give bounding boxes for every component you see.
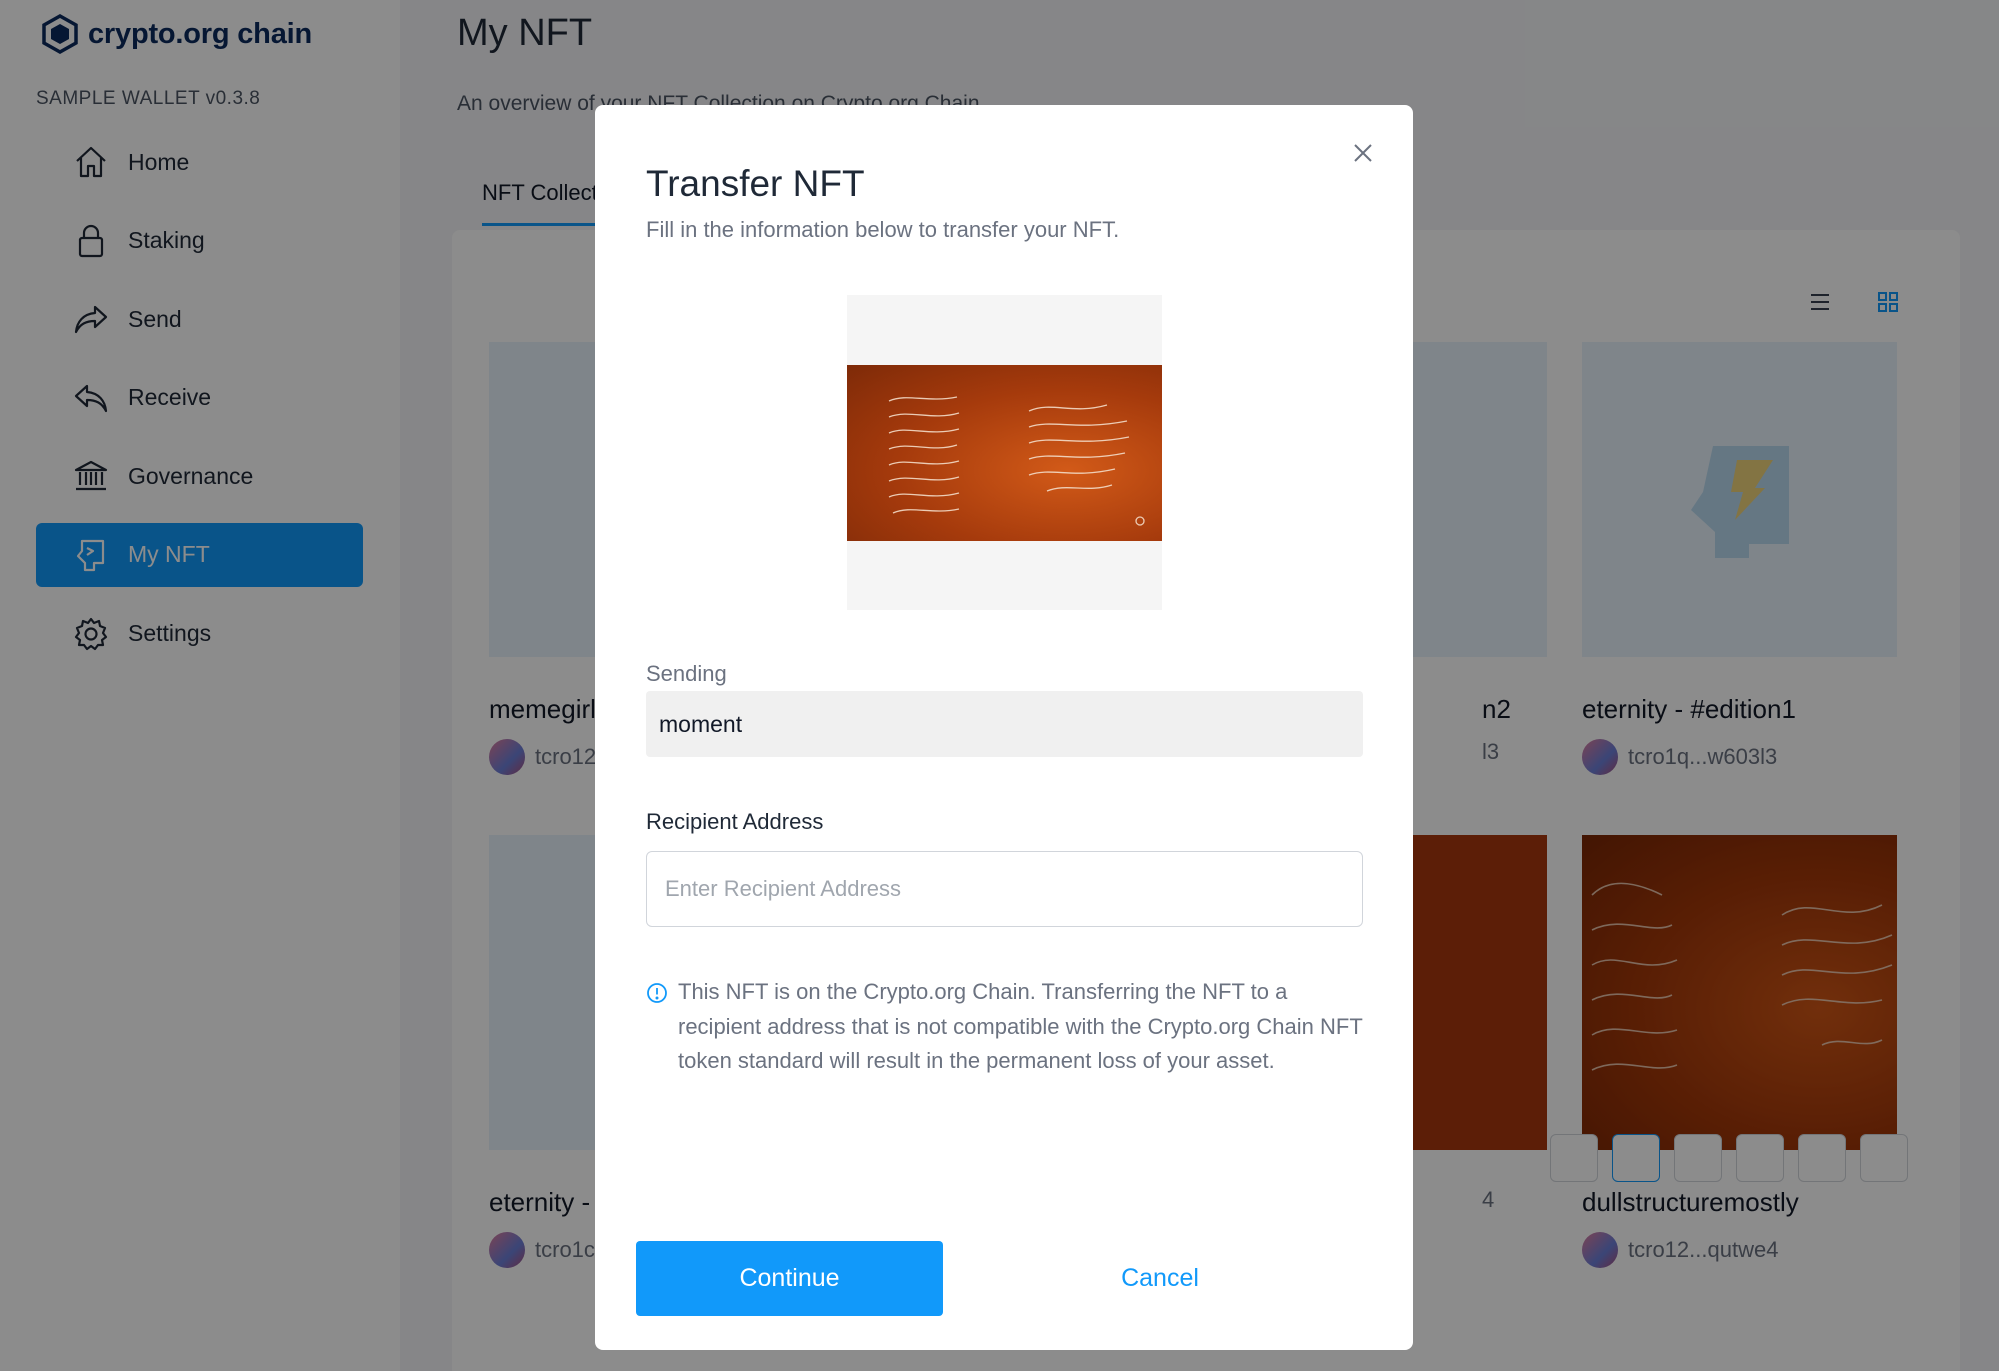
close-icon <box>1354 144 1372 162</box>
nft-preview <box>847 295 1162 610</box>
cancel-button[interactable]: Cancel <box>1055 1241 1265 1316</box>
transfer-warning-text: This NFT is on the Crypto.org Chain. Tra… <box>678 979 1363 1073</box>
modal-title: Transfer NFT <box>646 163 865 204</box>
continue-button[interactable]: Continue <box>636 1241 943 1316</box>
nft-artwork-image <box>888 395 1145 526</box>
info-icon <box>647 983 667 1003</box>
sending-label: Sending <box>646 661 727 686</box>
nft-preview-image <box>847 364 1162 541</box>
transfer-warning: This NFT is on the Crypto.org Chain. Tra… <box>646 975 1363 1079</box>
transfer-nft-modal: Transfer NFT Fill in the information bel… <box>595 105 1413 1350</box>
recipient-address-label: Recipient Address <box>646 809 824 834</box>
close-button[interactable] <box>1343 133 1383 173</box>
sending-field: moment <box>646 691 1363 757</box>
modal-subtitle: Fill in the information below to transfe… <box>646 217 1120 242</box>
recipient-address-input[interactable] <box>646 851 1363 927</box>
